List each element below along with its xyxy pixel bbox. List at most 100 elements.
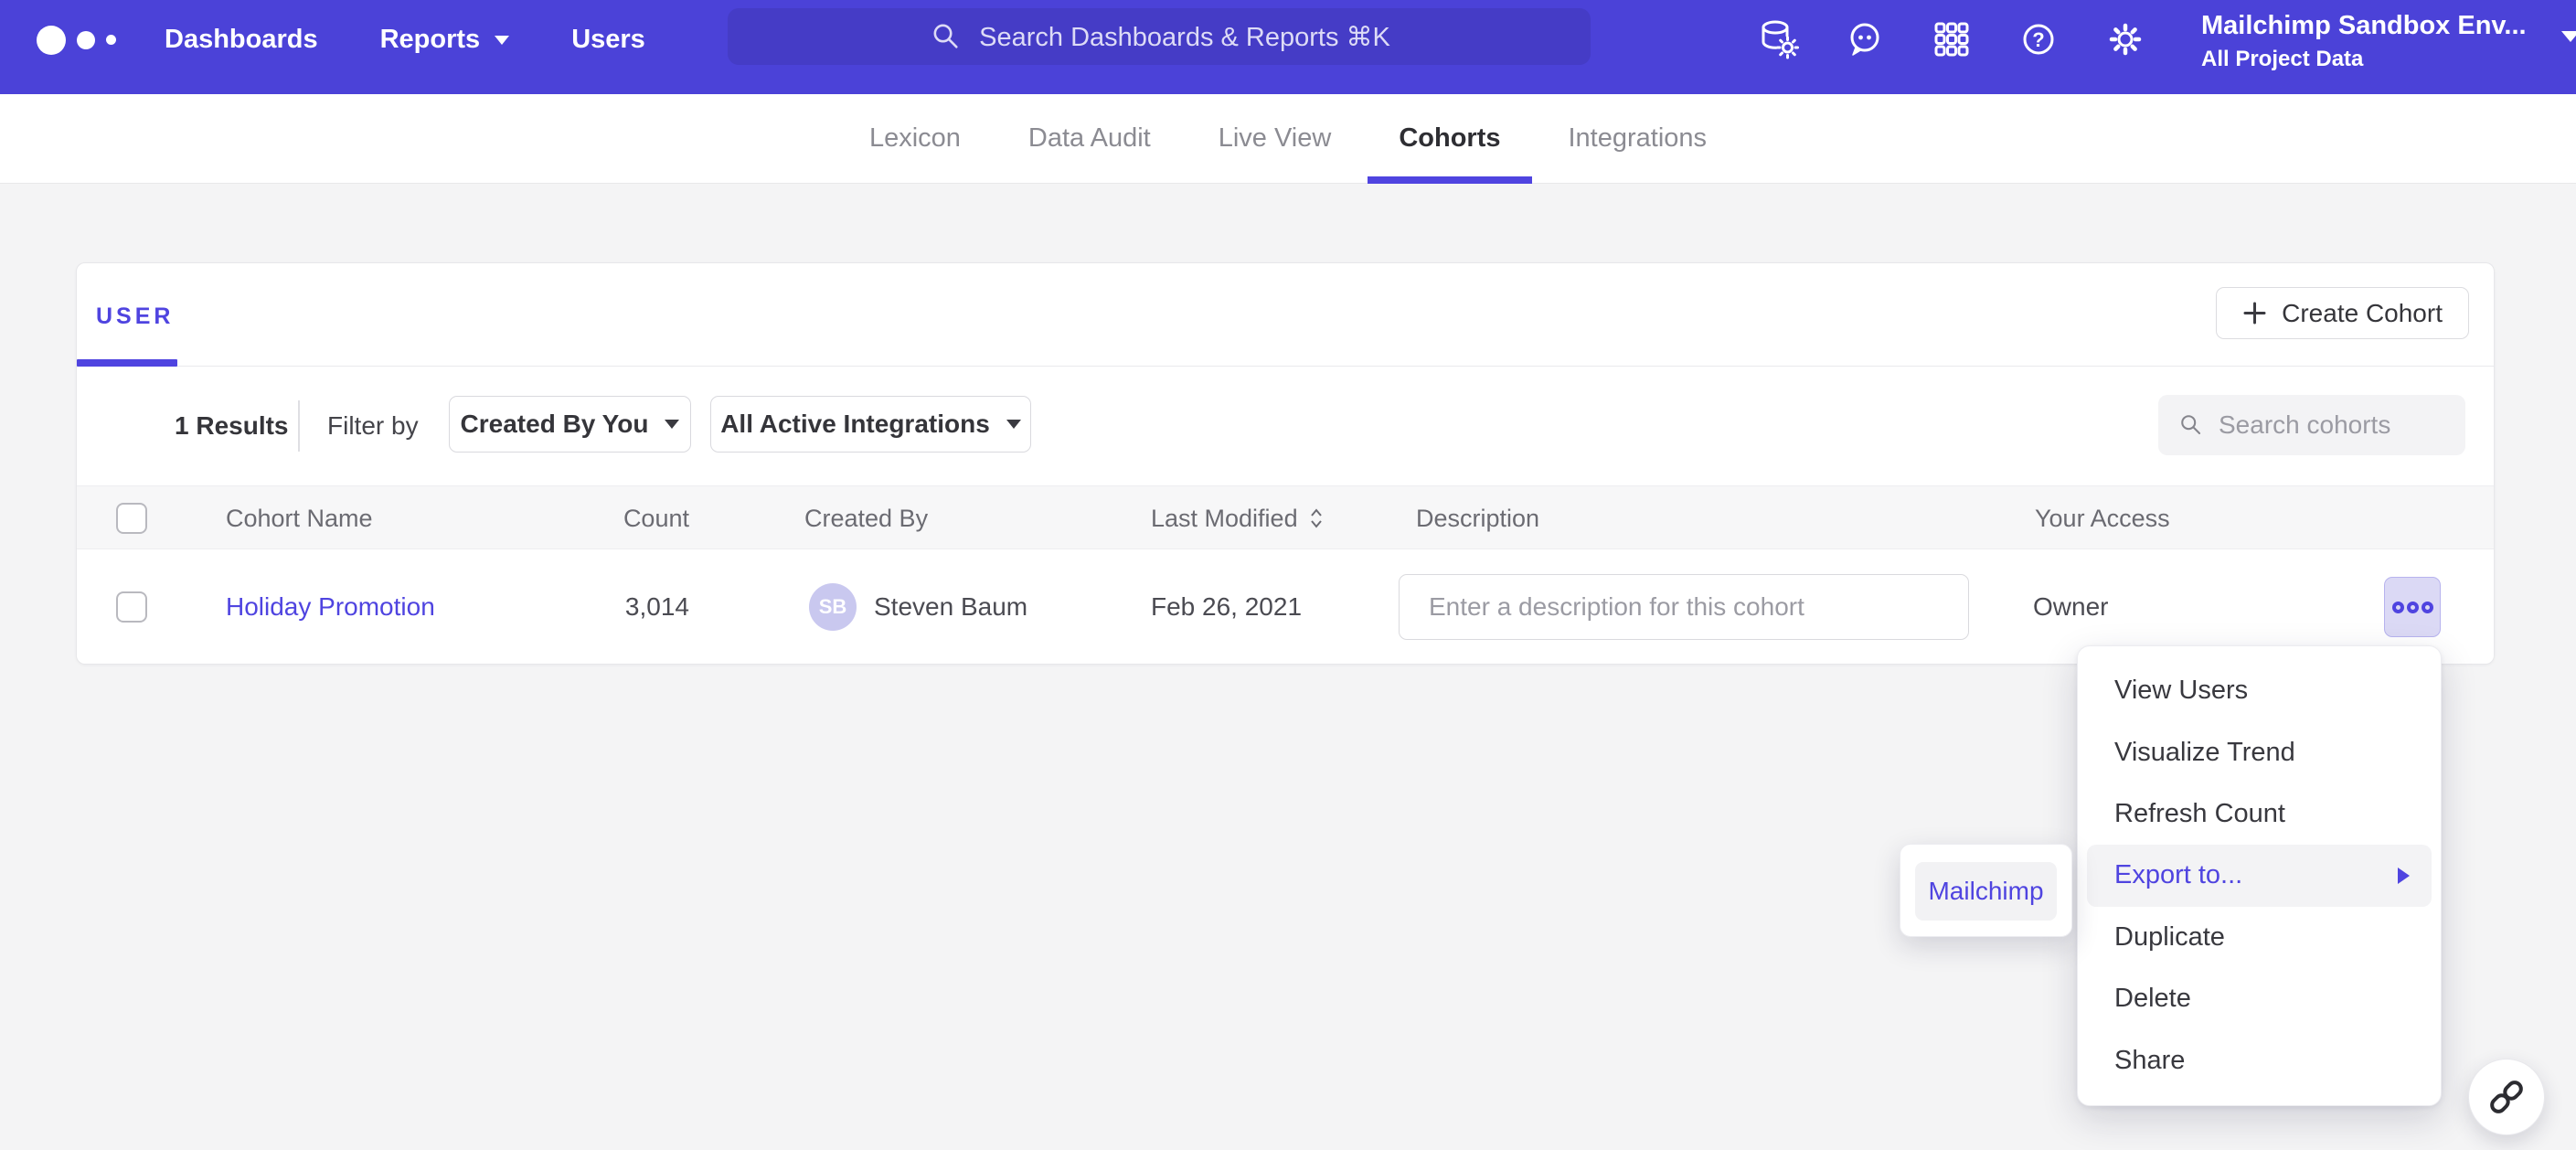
cohort-search-input[interactable] bbox=[2219, 410, 2447, 440]
menu-item-view-users[interactable]: View Users bbox=[2078, 660, 2441, 721]
search-icon bbox=[2177, 409, 2206, 442]
menu-item-duplicate[interactable]: Duplicate bbox=[2078, 907, 2441, 968]
avatar: SB bbox=[809, 583, 857, 631]
menu-item-delete[interactable]: Delete bbox=[2078, 968, 2441, 1029]
link-icon bbox=[2486, 1076, 2528, 1118]
project-switcher[interactable]: Mailchimp Sandbox Env... All Project Dat… bbox=[2201, 11, 2576, 72]
header-count: Count bbox=[403, 486, 689, 550]
global-search-button[interactable]: Search Dashboards & Reports ⌘K bbox=[728, 8, 1591, 65]
global-search-placeholder: Search Dashboards & Reports ⌘K bbox=[979, 21, 1390, 53]
menu-item-label: Export to... bbox=[2114, 860, 2242, 890]
help-button[interactable]: ? bbox=[2017, 18, 2060, 60]
menu-item-refresh-count[interactable]: Refresh Count bbox=[2078, 783, 2441, 845]
cohort-table-header: Cohort Name Count Created By Last Modifi… bbox=[77, 485, 2494, 549]
chevron-down-icon bbox=[2561, 31, 2576, 42]
more-dot-icon bbox=[2422, 602, 2433, 613]
topbar-icon-cluster: ? bbox=[1757, 18, 2146, 60]
feedback-smiley-bubble-icon bbox=[1844, 18, 1886, 60]
more-dot-icon bbox=[2407, 602, 2419, 613]
nav-dashboards-label: Dashboards bbox=[165, 25, 318, 55]
create-cohort-button[interactable]: Create Cohort bbox=[2216, 287, 2469, 339]
row-more-actions-button[interactable] bbox=[2384, 577, 2441, 637]
tab-lexicon[interactable]: Lexicon bbox=[864, 94, 966, 184]
nav-dashboards[interactable]: Dashboards bbox=[165, 25, 318, 55]
apps-grid-button[interactable] bbox=[1931, 18, 1973, 60]
chevron-down-icon bbox=[495, 36, 509, 45]
filter-toolbar: 1 Results Filter by Created By You All A… bbox=[77, 367, 2494, 485]
nav-users-label: Users bbox=[571, 25, 645, 55]
project-scope: All Project Data bbox=[2201, 47, 2527, 72]
chevron-down-icon bbox=[665, 420, 679, 429]
search-icon bbox=[928, 18, 964, 55]
menu-item-share[interactable]: Share bbox=[2078, 1029, 2441, 1091]
tab-data-audit[interactable]: Data Audit bbox=[1023, 94, 1156, 184]
created-by-filter-value: Created By You bbox=[461, 410, 649, 439]
database-gear-icon bbox=[1757, 18, 1799, 60]
submenu-item-mailchimp[interactable]: Mailchimp bbox=[1915, 862, 2057, 921]
row-context-menu: View Users Visualize Trend Refresh Count… bbox=[2077, 645, 2442, 1106]
mixpanel-logo[interactable] bbox=[37, 26, 144, 55]
active-tab-underline bbox=[1368, 176, 1532, 184]
access-value: Owner bbox=[2033, 592, 2108, 622]
cohort-count: 3,014 bbox=[403, 592, 689, 622]
header-last-modified[interactable]: Last Modified bbox=[1151, 486, 1324, 550]
sort-icon bbox=[1309, 506, 1324, 530]
data-management-button[interactable] bbox=[1757, 18, 1799, 60]
header-description: Description bbox=[1416, 486, 1539, 550]
svg-text:?: ? bbox=[2032, 28, 2044, 51]
tab-cohorts[interactable]: Cohorts bbox=[1393, 94, 1506, 184]
nav-users[interactable]: Users bbox=[571, 25, 645, 55]
submenu-item-label: Mailchimp bbox=[1928, 877, 2043, 906]
logo-dot bbox=[37, 26, 66, 55]
tab-cohorts-label: Cohorts bbox=[1399, 123, 1500, 154]
tab-user-cohorts[interactable]: USER bbox=[96, 303, 174, 330]
logo-dot bbox=[77, 31, 95, 49]
chevron-down-icon bbox=[1006, 420, 1021, 429]
copy-link-fab[interactable] bbox=[2468, 1059, 2545, 1135]
results-count: 1 Results bbox=[175, 411, 289, 441]
menu-item-label: Share bbox=[2114, 1046, 2185, 1076]
select-all-checkbox[interactable] bbox=[116, 503, 147, 534]
menu-item-label: Visualize Trend bbox=[2114, 738, 2295, 768]
header-last-modified-label: Last Modified bbox=[1151, 505, 1298, 533]
panel-header: USER Create Cohort bbox=[77, 263, 2494, 367]
help-icon: ? bbox=[2017, 18, 2060, 60]
row-checkbox[interactable] bbox=[116, 591, 147, 623]
data-management-tabbar: Lexicon Data Audit Live View Cohorts Int… bbox=[0, 94, 2576, 184]
nav-reports[interactable]: Reports bbox=[380, 25, 510, 55]
logo-dot bbox=[106, 35, 116, 45]
tab-live-view-label: Live View bbox=[1219, 123, 1332, 154]
menu-item-label: Delete bbox=[2114, 984, 2191, 1014]
nav-reports-label: Reports bbox=[380, 25, 481, 55]
tab-live-view[interactable]: Live View bbox=[1213, 94, 1337, 184]
project-name: Mailchimp Sandbox Env... bbox=[2201, 11, 2527, 41]
menu-item-label: Duplicate bbox=[2114, 922, 2225, 953]
settings-button[interactable] bbox=[2104, 18, 2146, 60]
created-by-value: Steven Baum bbox=[874, 592, 1027, 622]
tab-lexicon-label: Lexicon bbox=[869, 123, 961, 154]
tab-data-audit-label: Data Audit bbox=[1028, 123, 1151, 154]
description-input[interactable] bbox=[1399, 574, 1969, 640]
divider bbox=[298, 400, 300, 452]
menu-item-visualize-trend[interactable]: Visualize Trend bbox=[2078, 721, 2441, 783]
integrations-filter-dropdown[interactable]: All Active Integrations bbox=[710, 396, 1031, 453]
cohorts-page: Dashboards Reports Users Search Dashboar… bbox=[0, 0, 2576, 1150]
created-by-filter-dropdown[interactable]: Created By You bbox=[449, 396, 691, 453]
primary-nav: Dashboards Reports Users bbox=[165, 25, 645, 55]
create-cohort-label: Create Cohort bbox=[2282, 299, 2443, 328]
header-created-by: Created By bbox=[804, 486, 928, 550]
export-submenu: Mailchimp bbox=[1900, 844, 2072, 937]
plus-icon bbox=[2242, 301, 2267, 325]
grid-icon bbox=[1931, 18, 1973, 60]
tab-integrations-label: Integrations bbox=[1569, 123, 1708, 154]
user-tab-underline bbox=[77, 359, 177, 367]
feedback-button[interactable] bbox=[1844, 18, 1886, 60]
more-dot-icon bbox=[2392, 602, 2404, 613]
tab-user-label: USER bbox=[96, 303, 174, 329]
tab-integrations[interactable]: Integrations bbox=[1563, 94, 1713, 184]
top-navigation-bar: Dashboards Reports Users Search Dashboar… bbox=[0, 0, 2576, 94]
project-text: Mailchimp Sandbox Env... All Project Dat… bbox=[2201, 11, 2527, 72]
submenu-arrow-icon bbox=[2398, 868, 2410, 884]
menu-item-export-to[interactable]: Export to... bbox=[2087, 845, 2432, 906]
header-your-access: Your Access bbox=[2035, 486, 2170, 550]
